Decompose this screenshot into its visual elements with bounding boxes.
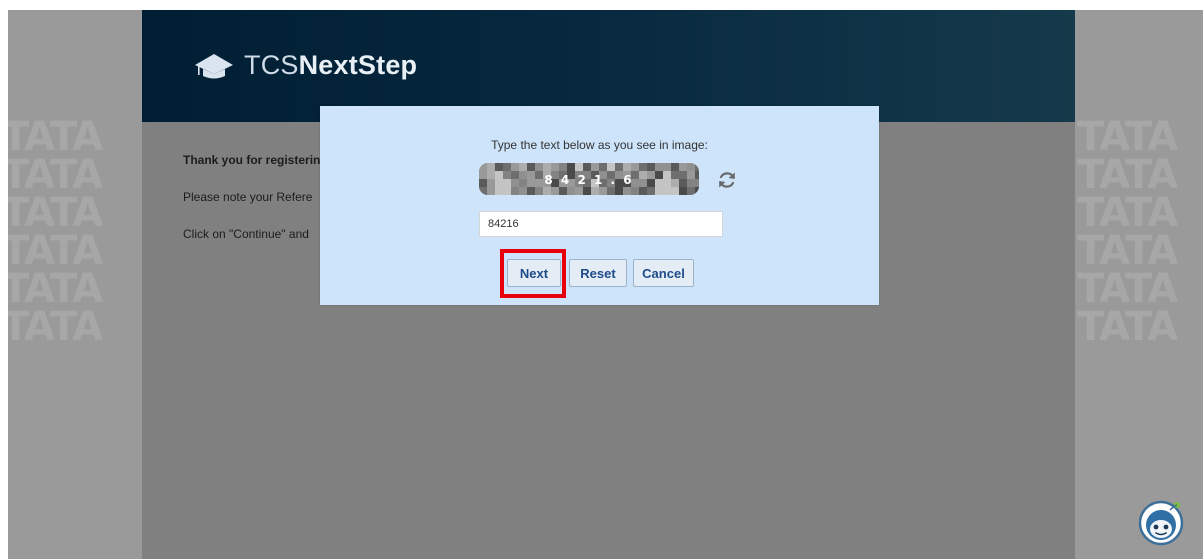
chatbot-icon[interactable] [1137,498,1185,546]
next-button[interactable]: Next [507,259,561,287]
captcha-image: 8 4 2 1 . 6 [479,163,699,195]
graduation-cap-icon [195,53,233,78]
left-margin: TATA TATA TATA TATA TATA TATA [8,10,142,559]
reference-note-text: Please note your Refere [183,190,313,204]
continue-instruction-text: Click on "Continue" and [183,227,309,241]
tcs-nextstep-logo[interactable]: TCSNextStep [194,50,417,81]
captcha-prompt: Type the text below as you see in image: [491,138,708,152]
refresh-icon[interactable] [716,169,738,191]
tata-watermark: TATA TATA TATA TATA TATA TATA [8,114,103,350]
right-margin: TATA TATA TATA TATA TATA TATA [1075,10,1203,559]
thank-you-text: Thank you for registerin [183,153,321,167]
tata-watermark: TATA TATA TATA TATA TATA TATA [1077,114,1178,350]
logo-text: TCSNextStep [244,50,418,80]
cancel-button[interactable]: Cancel [633,259,694,287]
reset-button[interactable]: Reset [569,259,627,287]
captcha-dialog: Type the text below as you see in image:… [320,106,879,305]
page: TATA TATA TATA TATA TATA TATA TATA TATA … [0,0,1203,559]
captcha-text: 8 4 2 1 . 6 [544,173,633,187]
captcha-answer-input[interactable] [479,211,723,237]
